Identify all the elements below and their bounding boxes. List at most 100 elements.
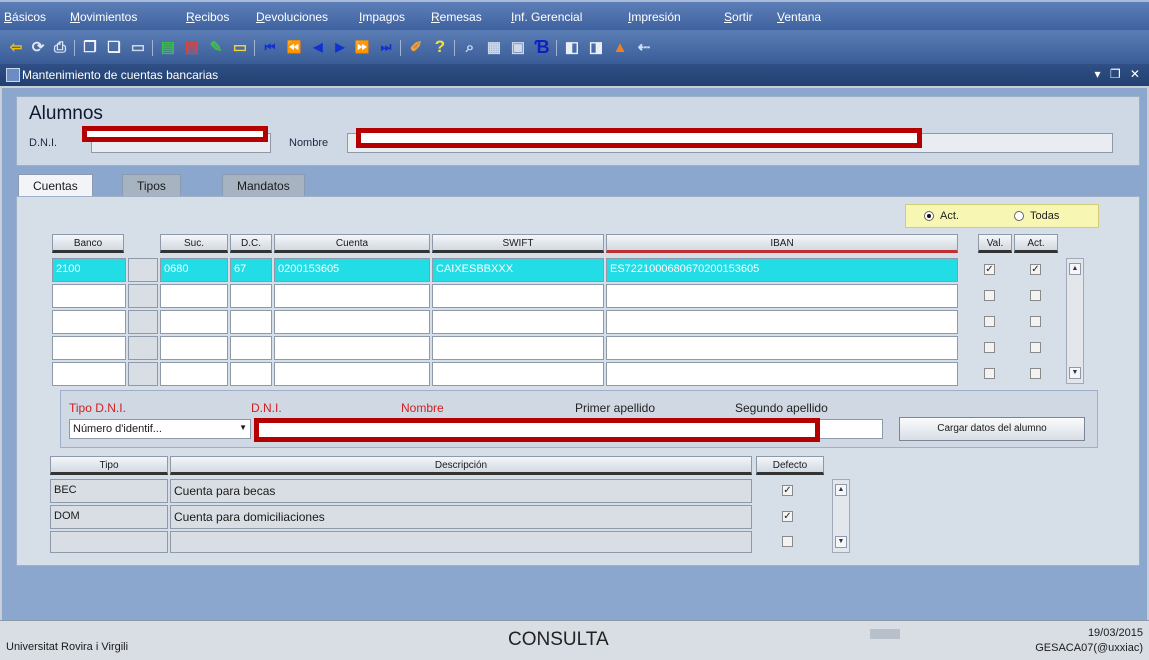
act-checkbox[interactable]: [1030, 368, 1041, 379]
list-icon[interactable]: ✐: [406, 38, 426, 56]
cell-cuenta[interactable]: [274, 362, 430, 386]
menu-movimientos[interactable]: Movimientos: [70, 10, 137, 24]
cell-swift[interactable]: [432, 336, 604, 360]
window-controls[interactable]: ▾ ❐ ✕: [1094, 67, 1143, 81]
menu-inf-gerencial[interactable]: Inf. Gerencial: [511, 10, 582, 24]
menu-remesas[interactable]: Remesas: [431, 10, 482, 24]
cell-suc[interactable]: [160, 284, 228, 308]
cell-dc[interactable]: [230, 310, 272, 334]
val-checkbox[interactable]: [984, 316, 995, 327]
exit-icon[interactable]: ⇦: [6, 38, 26, 56]
defecto-checkbox[interactable]: ✓: [782, 511, 793, 522]
notes-icon[interactable]: ▣: [508, 38, 528, 56]
cell-iban[interactable]: [606, 336, 958, 360]
cell-descripcion[interactable]: Cuenta para domiciliaciones: [170, 505, 752, 529]
cell-cuenta[interactable]: 0200153605: [274, 258, 430, 282]
tipos-scrollbar[interactable]: ▲ ▼: [832, 479, 850, 553]
cell-iban[interactable]: [606, 362, 958, 386]
insert-record-icon[interactable]: ▤: [158, 38, 178, 56]
menu-basicos[interactable]: Básicos: [4, 10, 46, 24]
row-button[interactable]: [128, 284, 158, 308]
pdf-icon[interactable]: ▲: [610, 38, 630, 56]
radio-act[interactable]: [924, 211, 934, 221]
cell-suc[interactable]: [160, 362, 228, 386]
delete-record-icon[interactable]: ▤: [182, 38, 202, 56]
more-icon[interactable]: ⇠: [634, 38, 654, 56]
row-button[interactable]: [128, 310, 158, 334]
cell-banco[interactable]: [52, 362, 126, 386]
editor-icon[interactable]: Ɓ: [532, 37, 552, 57]
val-checkbox[interactable]: [984, 342, 995, 353]
next-block-icon[interactable]: ⏩: [352, 38, 372, 56]
act-checkbox[interactable]: [1030, 290, 1041, 301]
defecto-checkbox[interactable]: ✓: [782, 485, 793, 496]
cell-descripcion[interactable]: Cuenta para becas: [170, 479, 752, 503]
row-button[interactable]: [128, 258, 158, 282]
accounts-scrollbar[interactable]: ▲ ▼: [1066, 258, 1084, 384]
cell-iban[interactable]: ES7221000680670200153605: [606, 258, 958, 282]
window2-icon[interactable]: ◨: [586, 38, 606, 56]
act-checkbox[interactable]: [1030, 342, 1041, 353]
cell-dc[interactable]: [230, 362, 272, 386]
menu-ventana[interactable]: Ventana: [777, 10, 821, 24]
cell-tipo[interactable]: [50, 531, 168, 553]
scroll-down-icon[interactable]: ▼: [835, 536, 847, 548]
cell-iban[interactable]: [606, 310, 958, 334]
tab-cuentas[interactable]: Cuentas: [18, 174, 93, 196]
val-checkbox[interactable]: [984, 290, 995, 301]
cell-suc[interactable]: [160, 310, 228, 334]
val-checkbox[interactable]: [984, 368, 995, 379]
row-button[interactable]: [128, 362, 158, 386]
copy-icon[interactable]: ❐: [80, 38, 100, 56]
menu-impresion[interactable]: Impresión: [628, 10, 681, 24]
next-icon[interactable]: ▶: [330, 38, 350, 56]
act-checkbox[interactable]: ✓: [1030, 264, 1041, 275]
clear-form-icon[interactable]: ▭: [230, 38, 250, 56]
menu-sortir[interactable]: Sortir: [724, 10, 753, 24]
cell-banco[interactable]: [52, 284, 126, 308]
cell-suc[interactable]: 0680: [160, 258, 228, 282]
cell-swift[interactable]: [432, 310, 604, 334]
first-icon[interactable]: ⏮: [260, 38, 280, 56]
clear-icon[interactable]: ▭: [128, 38, 148, 56]
edit-icon[interactable]: ✎: [206, 38, 226, 56]
window1-icon[interactable]: ◧: [562, 38, 582, 56]
cell-cuenta[interactable]: [274, 284, 430, 308]
scroll-up-icon[interactable]: ▲: [1069, 263, 1081, 275]
calendar-icon[interactable]: ▦: [484, 38, 504, 56]
last-icon[interactable]: ⏭: [376, 38, 396, 56]
cell-cuenta[interactable]: [274, 336, 430, 360]
cell-swift[interactable]: CAIXESBBXXX: [432, 258, 604, 282]
cell-tipo[interactable]: BEC: [50, 479, 168, 503]
cell-tipo[interactable]: DOM: [50, 505, 168, 529]
scroll-up-icon[interactable]: ▲: [835, 484, 847, 496]
menu-recibos[interactable]: Recibos: [186, 10, 229, 24]
cell-banco[interactable]: 2100: [52, 258, 126, 282]
prev-icon[interactable]: ◀: [308, 38, 328, 56]
menu-impagos[interactable]: Impagos: [359, 10, 405, 24]
tipo-dni-select[interactable]: Número d'identif... ▼: [69, 419, 251, 439]
cell-dc[interactable]: [230, 336, 272, 360]
cell-banco[interactable]: [52, 310, 126, 334]
refresh-icon[interactable]: ⟳: [28, 38, 48, 56]
scroll-down-icon[interactable]: ▼: [1069, 367, 1081, 379]
cell-swift[interactable]: [432, 362, 604, 386]
defecto-checkbox[interactable]: [782, 536, 793, 547]
cell-swift[interactable]: [432, 284, 604, 308]
tab-mandatos[interactable]: Mandatos: [222, 174, 305, 196]
cell-suc[interactable]: [160, 336, 228, 360]
query-icon[interactable]: ⌕: [460, 38, 480, 56]
cell-descripcion[interactable]: [170, 531, 752, 553]
menu-devoluciones[interactable]: Devoluciones: [256, 10, 328, 24]
cell-dc[interactable]: [230, 284, 272, 308]
radio-todas[interactable]: [1014, 211, 1024, 221]
prev-block-icon[interactable]: ⏪: [284, 38, 304, 56]
paste-icon[interactable]: ❏: [104, 38, 124, 56]
val-checkbox[interactable]: ✓: [984, 264, 995, 275]
tab-tipos[interactable]: Tipos: [122, 174, 181, 196]
cell-cuenta[interactable]: [274, 310, 430, 334]
cell-dc[interactable]: 67: [230, 258, 272, 282]
act-checkbox[interactable]: [1030, 316, 1041, 327]
help-icon[interactable]: ?: [430, 37, 450, 56]
cargar-datos-button[interactable]: Cargar datos del alumno: [899, 417, 1085, 441]
